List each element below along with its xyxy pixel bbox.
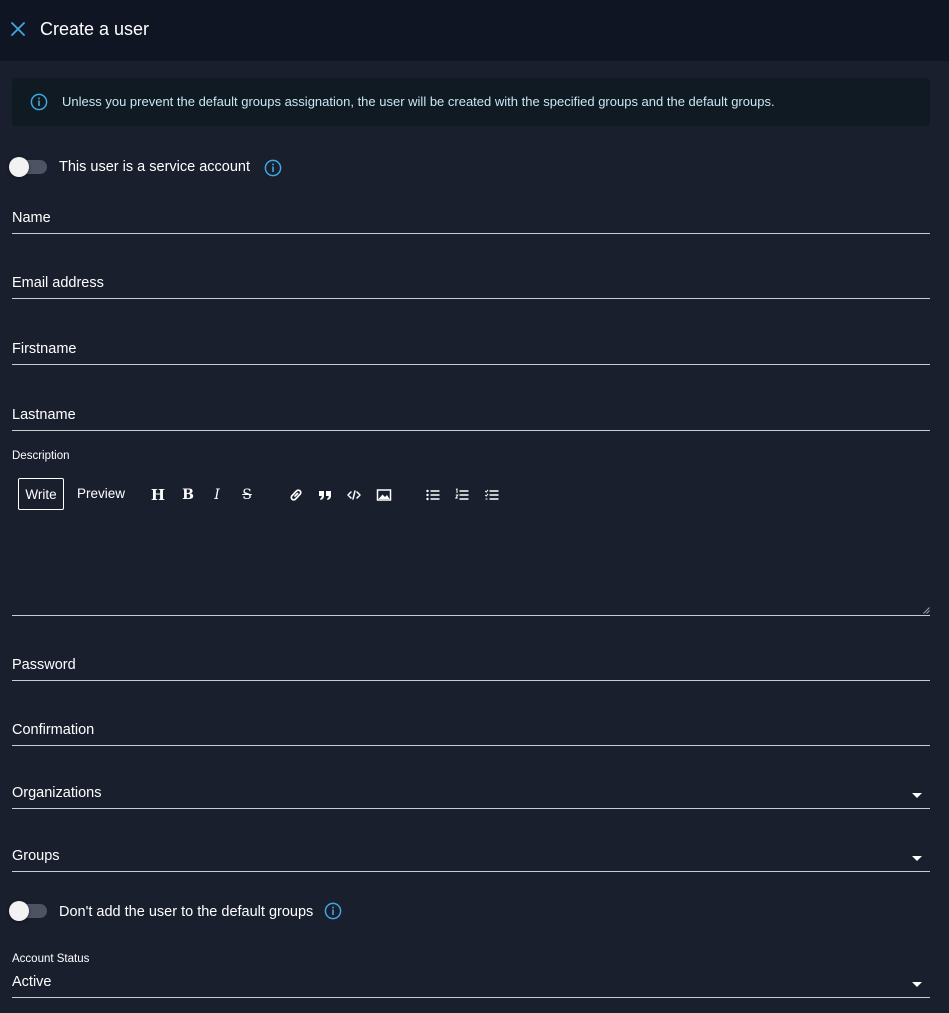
tab-preview[interactable]: Preview	[77, 486, 125, 501]
info-circle-icon[interactable]	[264, 159, 282, 177]
firstname-label: Firstname	[12, 341, 77, 357]
resize-handle-icon[interactable]	[922, 606, 930, 614]
image-button[interactable]	[375, 486, 393, 504]
toggle-knob	[9, 901, 29, 921]
italic-button[interactable]: I	[208, 486, 226, 504]
info-circle-icon[interactable]	[324, 902, 342, 920]
lastname-field[interactable]: Lastname	[12, 403, 930, 431]
organizations-label: Organizations	[12, 785, 102, 801]
alert-message: Unless you prevent the default groups as…	[62, 94, 775, 109]
tab-write[interactable]: Write	[18, 478, 64, 510]
info-circle-icon	[30, 93, 48, 111]
bulleted-list-button[interactable]	[424, 486, 442, 504]
strikethrough-button[interactable]: S	[238, 486, 256, 504]
numbered-list-icon	[454, 488, 469, 500]
name-label: Name	[12, 210, 51, 226]
image-icon	[376, 489, 392, 501]
email-label: Email address	[12, 275, 104, 291]
code-icon	[347, 490, 361, 500]
task-list-icon	[484, 489, 499, 500]
numbered-list-button[interactable]	[453, 486, 471, 504]
firstname-field[interactable]: Firstname	[12, 337, 930, 365]
toggle-knob	[9, 157, 29, 177]
account-status-label: Account Status	[12, 953, 90, 965]
heading-button[interactable]: H	[149, 486, 167, 504]
close-button[interactable]	[10, 21, 26, 37]
quote-button[interactable]	[316, 486, 334, 504]
bold-button[interactable]: B	[179, 486, 197, 504]
service-account-label: This user is a service account	[59, 159, 250, 175]
chevron-down-icon[interactable]	[912, 982, 922, 987]
task-list-button[interactable]	[483, 486, 501, 504]
default-groups-label: Don't add the user to the default groups	[59, 904, 314, 920]
default-groups-toggle[interactable]	[9, 901, 47, 921]
drawer-header: Create a user	[0, 0, 949, 61]
password-field[interactable]: Password	[12, 653, 930, 681]
description-textarea[interactable]	[12, 516, 930, 616]
account-status-select[interactable]: Active	[12, 970, 930, 998]
organizations-select[interactable]: Organizations	[12, 781, 930, 809]
email-field[interactable]: Email address	[12, 271, 930, 299]
lastname-label: Lastname	[12, 407, 76, 423]
link-button[interactable]	[287, 486, 305, 504]
link-icon	[290, 489, 302, 501]
service-account-toggle[interactable]	[9, 157, 47, 177]
description-label: Description	[12, 450, 70, 462]
groups-label: Groups	[12, 848, 60, 864]
bulleted-list-icon	[426, 489, 440, 501]
code-button[interactable]	[345, 486, 363, 504]
name-field[interactable]: Name	[12, 206, 930, 234]
chevron-down-icon[interactable]	[912, 793, 922, 798]
chevron-down-icon[interactable]	[912, 856, 922, 861]
groups-select[interactable]: Groups	[12, 844, 930, 872]
password-label: Password	[12, 657, 76, 673]
close-icon[interactable]	[11, 22, 25, 36]
quote-icon	[319, 491, 331, 500]
account-status-value: Active	[12, 974, 52, 990]
info-alert: Unless you prevent the default groups as…	[12, 78, 930, 126]
confirmation-field[interactable]: Confirmation	[12, 718, 930, 746]
confirmation-label: Confirmation	[12, 722, 95, 738]
drawer-title: Create a user	[40, 19, 150, 39]
